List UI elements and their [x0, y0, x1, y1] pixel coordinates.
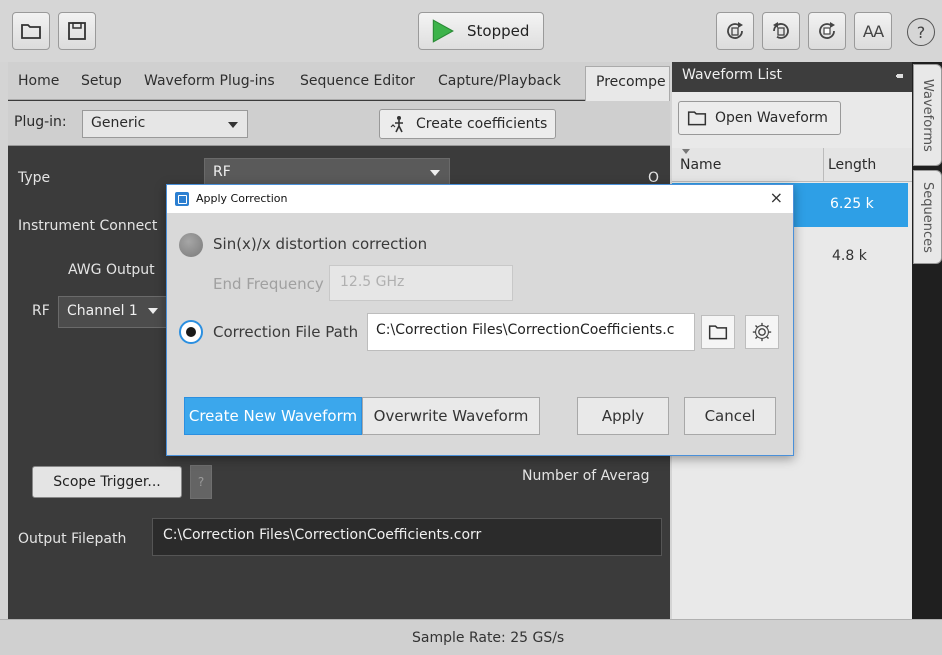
column-divider	[823, 148, 824, 182]
sinx-label: Sin(x)/x distortion correction	[213, 235, 428, 253]
help-button[interactable]: ?	[907, 18, 935, 46]
waveform-length: 6.25 k	[830, 196, 874, 212]
pin-icon[interactable]	[896, 72, 904, 80]
column-name-header[interactable]: Name	[680, 157, 721, 173]
instrument-connection-label: Instrument Connect	[18, 218, 158, 234]
overwrite-waveform-button[interactable]: Overwrite Waveform	[362, 397, 540, 435]
tab-sequence-editor[interactable]: Sequence Editor	[300, 73, 415, 89]
tab-precompensation[interactable]: Precompe	[585, 66, 670, 101]
rf-label: RF	[32, 303, 50, 319]
close-icon[interactable]: ×	[770, 188, 783, 207]
help-icon: ?	[197, 475, 205, 489]
tab-capture-playback[interactable]: Capture/Playback	[438, 73, 561, 89]
correction-file-path-value: C:\Correction Files\CorrectionCoefficien…	[376, 322, 675, 338]
create-new-waveform-label: Create New Waveform	[188, 407, 358, 425]
cancel-button[interactable]: Cancel	[684, 397, 776, 435]
gear-icon	[752, 322, 772, 342]
plugin-row: Plug-in: Generic Create coefficients	[8, 101, 670, 146]
refresh-document-icon	[727, 22, 743, 39]
reset-instrument-icon	[773, 22, 789, 39]
refresh-icon	[819, 22, 835, 39]
save-button[interactable]	[58, 12, 96, 50]
scope-trigger-help-button[interactable]: ?	[190, 465, 212, 499]
tab-home[interactable]: Home	[18, 73, 59, 89]
scope-trigger-label: Scope Trigger...	[53, 474, 161, 490]
dialog-title: Apply Correction	[196, 192, 288, 205]
font-size-label: AA	[862, 21, 884, 41]
settings-button[interactable]	[745, 315, 779, 349]
open-waveform-label: Open Waveform	[715, 110, 828, 126]
end-frequency-value: 12.5 GHz	[340, 274, 405, 290]
create-coefficients-button[interactable]: Create coefficients	[379, 109, 556, 139]
run-status-label: Stopped	[467, 22, 530, 40]
open-file-button[interactable]	[12, 12, 50, 50]
main-tab-bar: Home Setup Waveform Plug-ins Sequence Ed…	[8, 62, 670, 101]
tab-sequences[interactable]: Sequences	[913, 170, 942, 264]
folder-icon	[687, 111, 707, 126]
tab-waveform-plugins[interactable]: Waveform Plug-ins	[144, 73, 275, 89]
chevron-down-icon	[228, 122, 238, 128]
apply-label: Apply	[601, 407, 645, 425]
folder-icon	[708, 325, 728, 340]
scope-trigger-button[interactable]: Scope Trigger...	[32, 466, 182, 498]
tab-waveforms[interactable]: Waveforms	[913, 64, 942, 166]
end-frequency-input[interactable]: 12.5 GHz	[329, 265, 513, 301]
tab-sequences-label: Sequences	[920, 181, 935, 253]
main-toolbar: Stopped AA ?	[0, 0, 942, 62]
type-label: Type	[18, 170, 51, 186]
status-bar: Sample Rate: 25 GS/s	[0, 619, 942, 655]
dialog-title-bar: Apply Correction ×	[167, 185, 793, 213]
correction-file-label: Correction File Path	[213, 323, 359, 341]
open-waveform-button[interactable]: Open Waveform	[678, 101, 841, 135]
play-icon	[432, 19, 454, 43]
correction-file-path-input[interactable]: C:\Correction Files\CorrectionCoefficien…	[367, 313, 695, 351]
tool-button-3[interactable]	[808, 12, 846, 50]
output-filepath-value: C:\Correction Files\CorrectionCoefficien…	[163, 527, 482, 543]
browse-button[interactable]	[701, 315, 735, 349]
apply-correction-dialog: Apply Correction × Sin(x)/x distortion c…	[166, 184, 794, 456]
font-size-button[interactable]: AA	[854, 12, 892, 50]
tool-button-2[interactable]	[762, 12, 800, 50]
apply-button[interactable]: Apply	[577, 397, 669, 435]
sinx-radio[interactable]	[179, 233, 203, 257]
tab-setup[interactable]: Setup	[81, 73, 122, 89]
chevron-down-icon	[148, 308, 158, 314]
output-filepath-input[interactable]: C:\Correction Files\CorrectionCoefficien…	[152, 518, 662, 556]
waveform-list-column-header: Name Length	[672, 148, 912, 182]
run-stop-button[interactable]: Stopped	[418, 12, 544, 50]
column-length-header[interactable]: Length	[828, 157, 876, 173]
correction-file-radio[interactable]	[179, 320, 203, 344]
end-frequency-label: End Frequency	[213, 275, 324, 293]
number-of-averages-label: Number of Averag	[522, 468, 650, 484]
sample-rate-label: Sample Rate: 25 GS/s	[412, 630, 565, 646]
plugin-select-value: Generic	[91, 115, 146, 131]
awg-output-label: AWG Output	[68, 262, 155, 278]
cancel-label: Cancel	[704, 407, 756, 425]
folder-icon	[21, 24, 41, 39]
type-select-value: RF	[213, 164, 231, 180]
plugin-select[interactable]: Generic	[82, 110, 248, 138]
help-icon: ?	[916, 22, 926, 42]
waveform-length: 4.8 k	[832, 248, 867, 264]
tab-waveforms-label: Waveforms	[920, 78, 935, 152]
channel-select[interactable]: Channel 1	[58, 296, 168, 328]
sort-arrow-icon	[682, 149, 690, 154]
output-filepath-label: Output Filepath	[18, 531, 127, 547]
waveform-list-header: Waveform List	[672, 62, 912, 92]
channel-select-value: Channel 1	[67, 303, 138, 319]
chevron-down-icon	[430, 170, 440, 176]
create-new-waveform-button[interactable]: Create New Waveform	[184, 397, 362, 435]
person-wave-icon	[390, 116, 403, 133]
tab-precompensation-label: Precompe	[596, 74, 666, 90]
create-coefficients-label: Create coefficients	[416, 116, 548, 132]
overwrite-waveform-label: Overwrite Waveform	[373, 407, 529, 425]
tool-button-1[interactable]	[716, 12, 754, 50]
plugin-label: Plug-in:	[14, 114, 67, 130]
waveform-list-title: Waveform List	[682, 67, 782, 83]
save-icon	[68, 22, 86, 40]
app-icon	[175, 192, 189, 206]
